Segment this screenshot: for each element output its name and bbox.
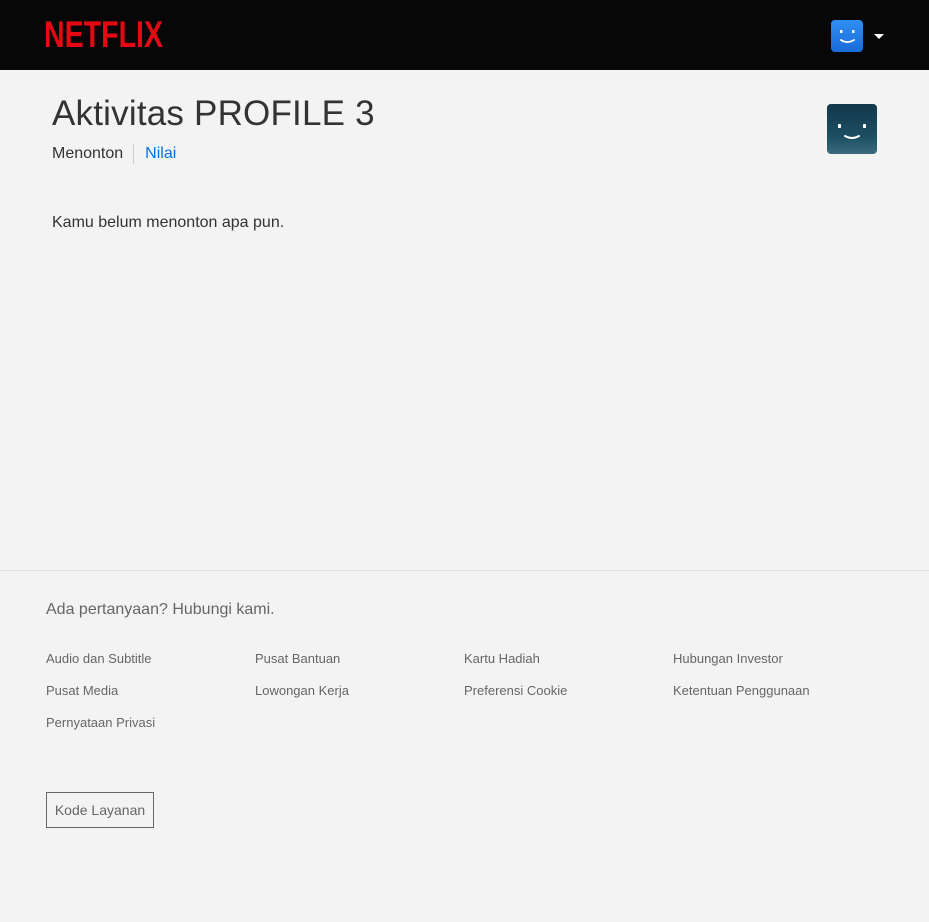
main-content: Aktivitas PROFILE 3 Menonton Nilai Kamu … <box>0 70 929 570</box>
footer-link-help-center[interactable]: Pusat Bantuan <box>255 651 464 667</box>
profile-avatar-large <box>827 104 877 154</box>
profile-menu[interactable] <box>831 20 887 52</box>
caret-down-icon[interactable] <box>874 33 884 39</box>
smiley-face-icon <box>838 124 866 139</box>
footer-link-media-center[interactable]: Pusat Media <box>46 683 255 699</box>
tab-nilai[interactable]: Nilai <box>145 145 176 163</box>
netflix-logo-text: NETFLIX <box>44 15 163 51</box>
tab-separator <box>133 144 135 164</box>
top-header: NETFLIX <box>0 0 929 70</box>
page-title: Aktivitas PROFILE 3 <box>52 94 375 133</box>
footer-link-cookie-preferences[interactable]: Preferensi Cookie <box>464 683 673 699</box>
footer-link-privacy-statement[interactable]: Pernyataan Privasi <box>46 715 255 731</box>
footer-links: Audio dan Subtitle Pusat Bantuan Kartu H… <box>46 651 886 731</box>
empty-activity-message: Kamu belum menonton apa pun. <box>52 214 285 231</box>
service-code-button[interactable]: Kode Layanan <box>46 792 154 828</box>
footer-contact-question[interactable]: Ada pertanyaan? Hubungi kami. <box>46 601 275 619</box>
footer-link-audio-subtitle[interactable]: Audio dan Subtitle <box>46 651 255 667</box>
footer-divider <box>0 570 929 571</box>
footer-link-gift-cards[interactable]: Kartu Hadiah <box>464 651 673 667</box>
activity-tabs: Menonton Nilai <box>52 144 176 164</box>
profile-avatar-icon[interactable] <box>831 20 863 52</box>
footer-link-terms-of-use[interactable]: Ketentuan Penggunaan <box>673 683 882 699</box>
footer-link-investor-relations[interactable]: Hubungan Investor <box>673 651 882 667</box>
footer-link-jobs[interactable]: Lowongan Kerja <box>255 683 464 699</box>
netflix-logo[interactable]: NETFLIX <box>44 15 164 51</box>
smiley-face-icon <box>840 30 855 43</box>
tab-menonton[interactable]: Menonton <box>52 145 123 163</box>
